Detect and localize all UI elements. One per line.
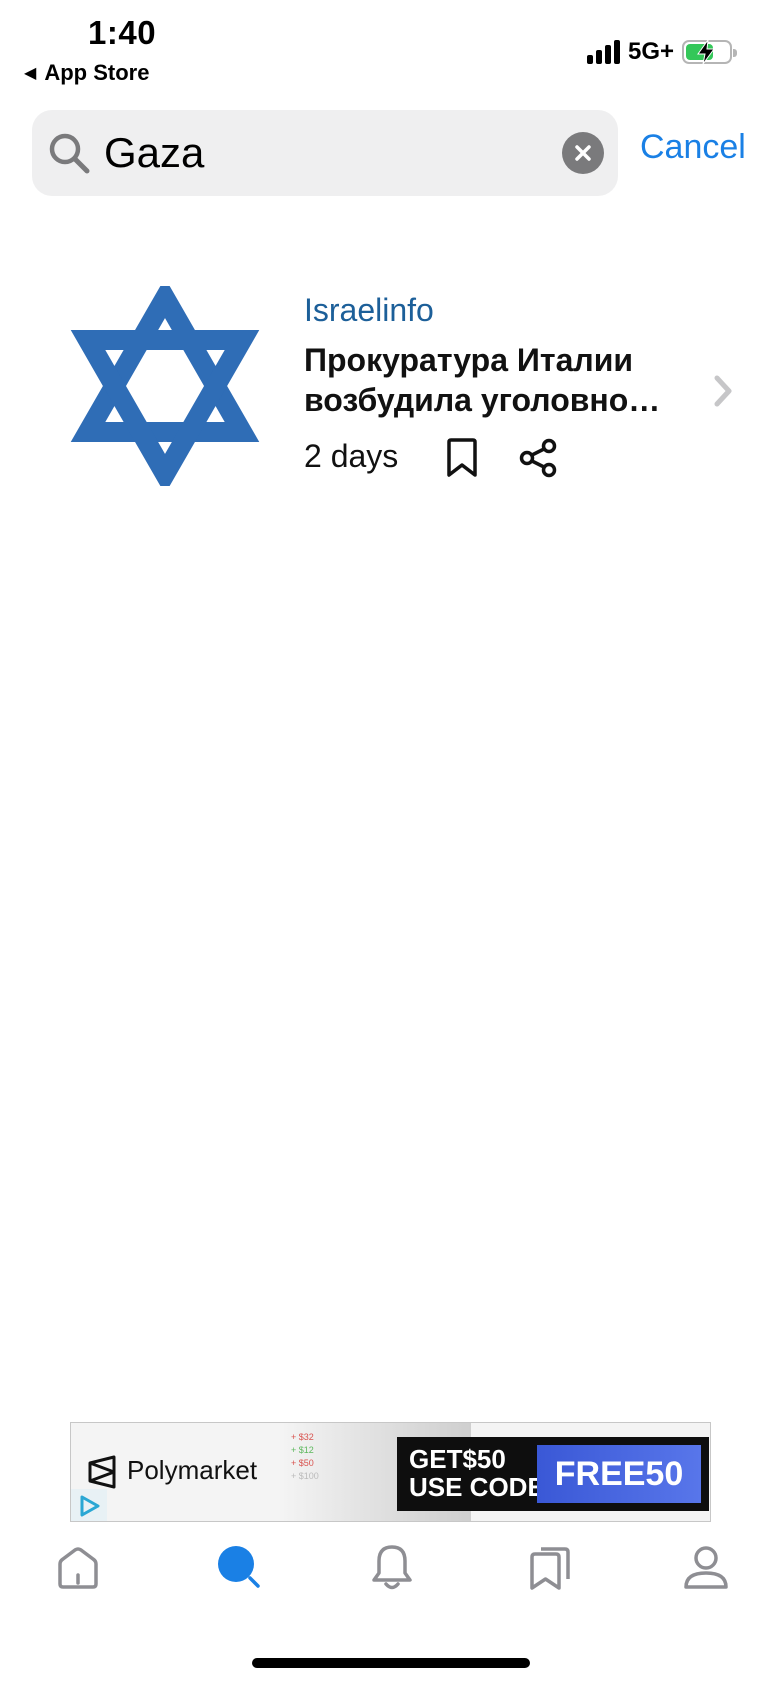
bell-icon: [372, 1545, 412, 1590]
home-icon: [58, 1547, 98, 1589]
network-type: 5G+: [627, 38, 674, 65]
ad-promo-code: FREE50: [537, 1445, 701, 1503]
tab-home[interactable]: [48, 1538, 108, 1598]
result-title-line-2: возбудила уголовно…: [304, 382, 661, 418]
share-icon[interactable]: [518, 438, 558, 478]
result-title-line-1: Прокуратура Италии: [304, 342, 634, 378]
search-result-item[interactable]: Israelinfo Прокуратура Италии возбудила …: [0, 270, 780, 500]
ad-promo-line-2: USE CODE: [409, 1472, 545, 1502]
tab-bookmarks[interactable]: [520, 1538, 580, 1598]
ad-delta: + $32: [291, 1432, 314, 1442]
status-time: 1:40: [88, 14, 157, 51]
battery-icon: [682, 39, 737, 65]
ad-delta: + $100: [291, 1471, 319, 1481]
cellular-signal-icon: [586, 40, 620, 64]
search-icon: [49, 133, 90, 174]
close-icon: [575, 145, 591, 161]
bookmark-icon[interactable]: [444, 438, 480, 478]
search-input[interactable]: [104, 124, 564, 182]
ad-brand: Polymarket: [127, 1455, 258, 1485]
tab-notifications[interactable]: [362, 1538, 422, 1598]
result-source[interactable]: Israelinfo: [304, 292, 434, 329]
star-of-david-icon: [70, 286, 260, 486]
search-icon: [218, 1546, 260, 1588]
ad-delta: + $12: [291, 1445, 314, 1455]
tab-search[interactable]: [210, 1538, 270, 1598]
result-title[interactable]: Прокуратура Италии возбудила уголовно…: [304, 340, 704, 420]
status-indicators: 5G+: [586, 38, 737, 66]
battery-nub: [733, 49, 737, 57]
ad-deltas: + $32 + $12 + $50 + $100: [291, 1431, 319, 1483]
result-age: 2 days: [304, 438, 399, 474]
back-triangle-icon: ◀: [24, 65, 37, 82]
bookmarks-icon: [530, 1547, 570, 1590]
ad-promo-line-1: GET$50: [409, 1444, 506, 1474]
adchoices-icon[interactable]: [71, 1489, 107, 1521]
ad-banner[interactable]: + $32 + $12 + $50 + $100 Polymarket GET$…: [70, 1422, 711, 1522]
charging-bolt-icon: [697, 39, 715, 65]
back-to-app-store[interactable]: ◀ App Store: [24, 60, 149, 86]
chevron-right-icon[interactable]: [712, 374, 734, 408]
home-indicator[interactable]: [252, 1658, 530, 1668]
polymarket-logo-icon: [88, 1455, 116, 1489]
ad-promo: GET$50 USE CODE FREE50: [397, 1437, 709, 1511]
tab-profile[interactable]: [676, 1538, 736, 1598]
clear-search-button[interactable]: [562, 132, 604, 174]
ad-delta: + $50: [291, 1458, 314, 1468]
back-app-label: App Store: [44, 60, 150, 85]
tab-bar: [0, 1538, 780, 1608]
search-field[interactable]: [32, 110, 618, 196]
profile-icon: [684, 1546, 728, 1589]
cancel-button[interactable]: Cancel: [640, 128, 746, 167]
